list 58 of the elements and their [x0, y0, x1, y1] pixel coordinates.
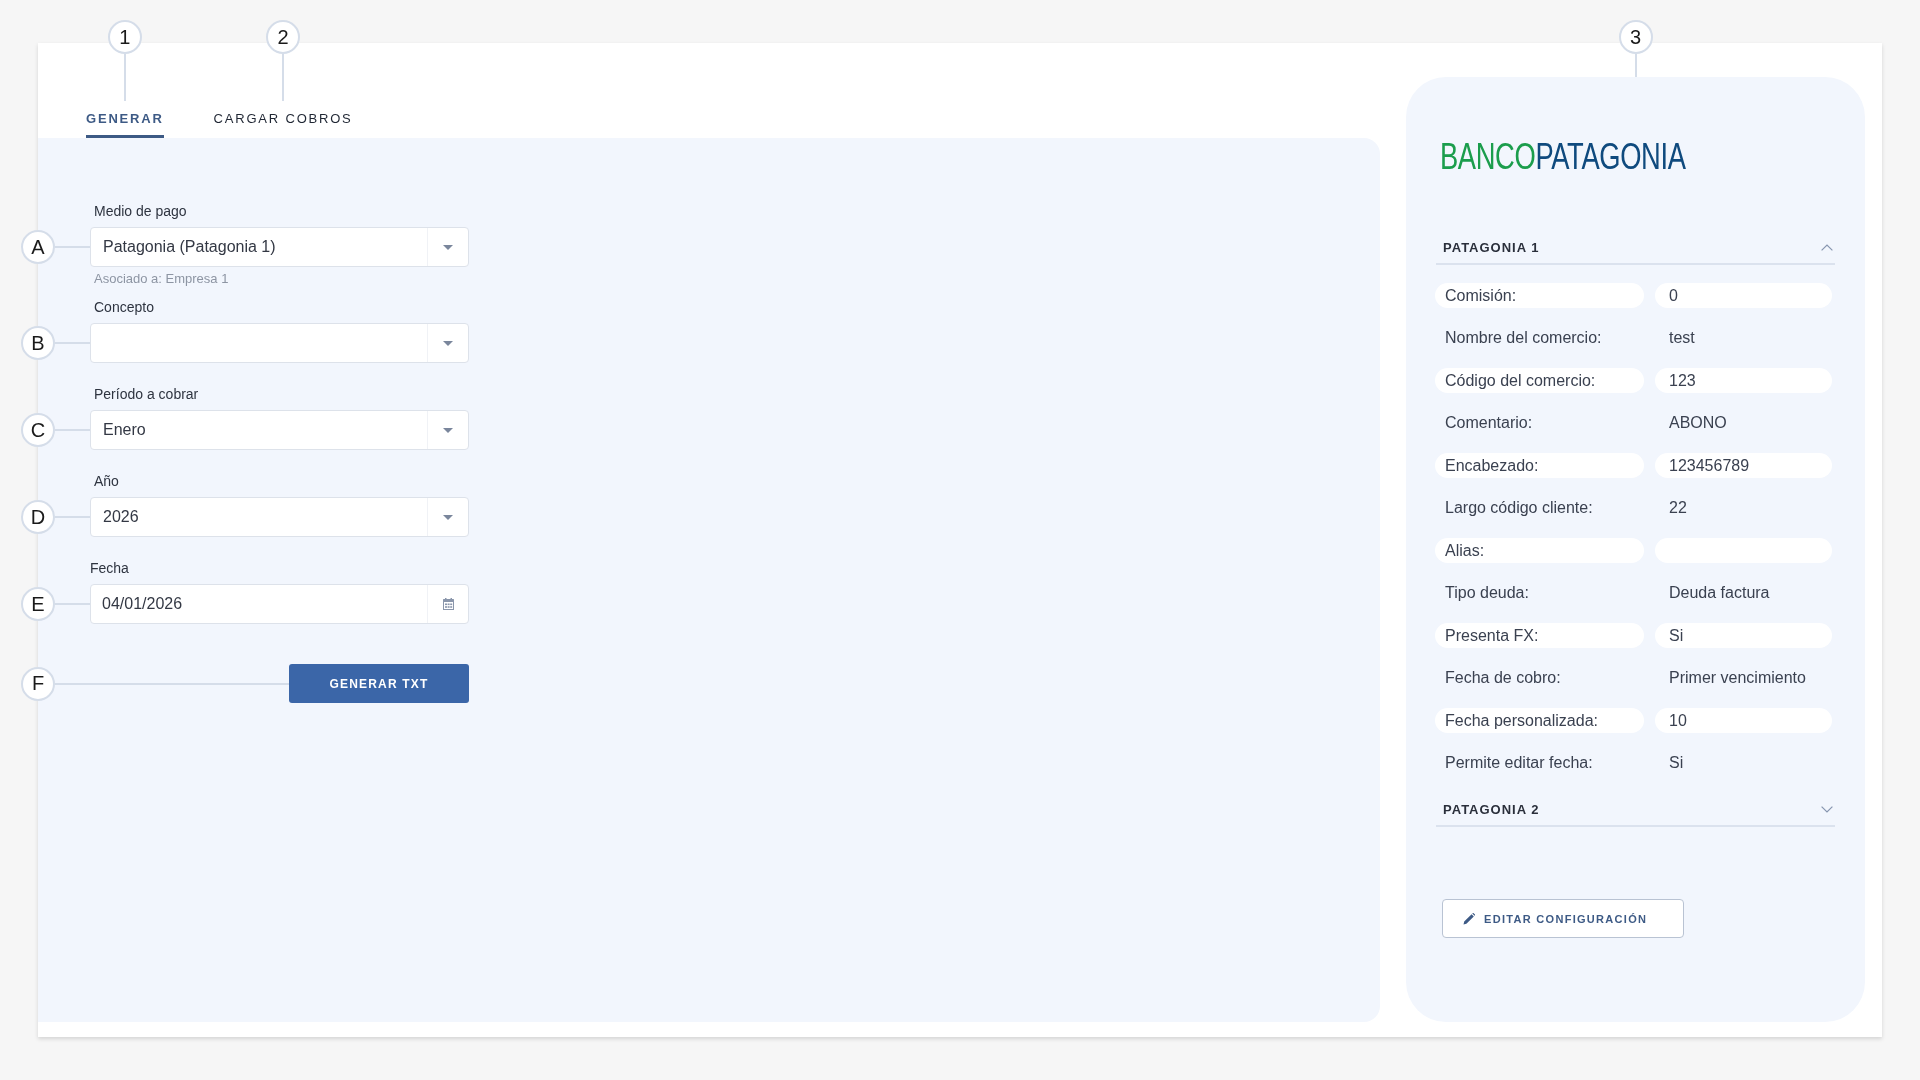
callout-marker: E: [21, 587, 55, 621]
detail-value: 0: [1655, 282, 1832, 308]
detail-label: Largo código cliente:: [1444, 498, 1594, 519]
accordion-header[interactable]: PATAGONIA 2: [1436, 793, 1835, 827]
detail-value: 10: [1655, 707, 1832, 733]
callout-marker: 1: [107, 20, 142, 54]
callout-marker: A: [21, 230, 55, 264]
pencil-icon: [1463, 912, 1475, 925]
detail-label: Tipo deuda:: [1444, 583, 1530, 604]
field-label: Concepto: [94, 298, 154, 317]
caret-down-icon: [443, 244, 453, 250]
accordion-header[interactable]: PATAGONIA 1: [1436, 231, 1835, 265]
field-label: Año: [94, 472, 119, 491]
callout-marker: B: [21, 326, 55, 360]
detail-label: Comentario:: [1444, 413, 1534, 434]
detail-label: Permite editar fecha:: [1444, 753, 1594, 774]
detail-value: test: [1668, 328, 1696, 349]
detail-value: ABONO: [1668, 413, 1728, 434]
detail-value: Primer vencimiento: [1668, 668, 1807, 689]
detail-label: Comisión:: [1435, 282, 1644, 308]
detail-value: Si: [1668, 753, 1685, 774]
detail-value: 123456789: [1655, 452, 1832, 478]
bank-logo: BANCOPATAGONIA: [1440, 137, 1686, 177]
calendar-icon: [442, 598, 454, 610]
callout-leader-line: [123, 54, 126, 101]
date-input-field[interactable]: 04/01/2026: [90, 584, 469, 624]
detail-label: Código del comercio:: [1435, 367, 1644, 393]
caret-down-icon: [443, 427, 453, 433]
edit-config-button[interactable]: EDITAR CONFIGURACIÓN: [1442, 899, 1685, 938]
detail-label: Fecha de cobro:: [1444, 668, 1562, 689]
tab[interactable]: CARGAR COBROS: [213, 101, 353, 138]
field-label: Fecha: [90, 559, 129, 578]
field-label: Medio de pago: [94, 202, 187, 221]
callout-marker: F: [21, 666, 55, 701]
caret-down-icon: [443, 340, 453, 346]
detail-label: Nombre del comercio:: [1444, 328, 1603, 349]
callout-marker: C: [21, 413, 55, 447]
dropdown-field[interactable]: [90, 323, 469, 363]
field-label: Período a cobrar: [94, 385, 199, 404]
detail-label: Encabezado:: [1435, 452, 1644, 478]
detail-label: Alias:: [1435, 537, 1644, 563]
callout-marker: D: [21, 500, 55, 534]
detail-value: 22: [1668, 498, 1688, 519]
callout-marker: 3: [1618, 20, 1653, 54]
callout-leader-line: [282, 54, 285, 101]
generate-button[interactable]: GENERAR TXT: [289, 664, 469, 703]
callout-leader-line: [1634, 54, 1637, 77]
callout-marker: 2: [266, 20, 301, 54]
dropdown-field[interactable]: Patagonia (Patagonia 1): [90, 227, 469, 267]
detail-value: Si: [1655, 622, 1832, 648]
caret-down-icon: [443, 514, 453, 520]
detail-label: Fecha personalizada:: [1435, 707, 1644, 733]
detail-label: Presenta FX:: [1435, 622, 1644, 648]
dropdown-field[interactable]: 2026: [90, 497, 469, 537]
helper-text: Asociado a: Empresa 1: [94, 270, 229, 288]
detail-value: Deuda factura: [1668, 583, 1771, 604]
detail-value: 123: [1655, 367, 1832, 393]
dropdown-field[interactable]: Enero: [90, 410, 469, 450]
